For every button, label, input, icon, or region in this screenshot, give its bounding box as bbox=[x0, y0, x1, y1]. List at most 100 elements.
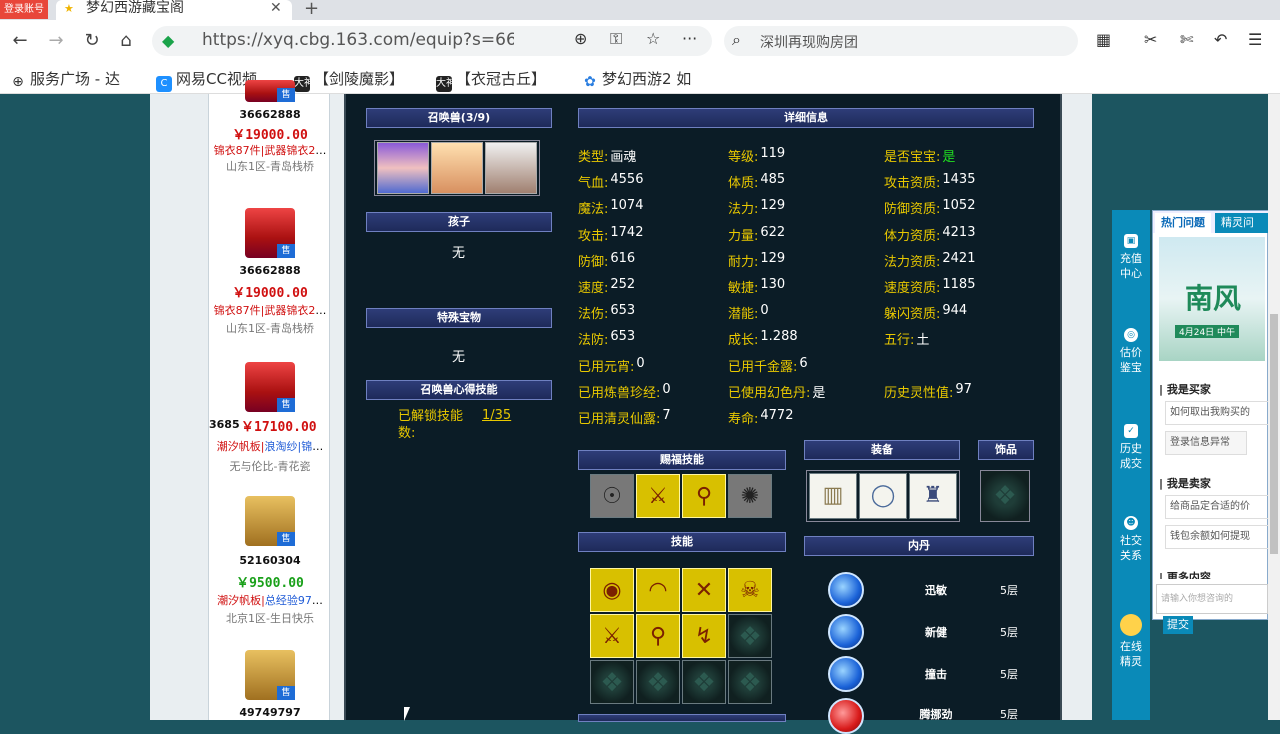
reload-icon[interactable]: ↻ bbox=[80, 29, 104, 53]
listing-server: 山东1区-青岛栈桥 bbox=[226, 160, 314, 173]
sidebar-item-recharge[interactable]: ▣ 充值 中心 bbox=[1116, 234, 1146, 281]
skill-claw-icon[interactable]: ↯ bbox=[682, 614, 726, 658]
search-input[interactable]: 深圳再现购房团 bbox=[760, 32, 858, 52]
back-icon[interactable]: ← bbox=[8, 29, 32, 53]
buyer-question[interactable]: 登录信息异常 bbox=[1165, 431, 1247, 455]
close-icon[interactable]: ✕ bbox=[270, 0, 282, 16]
seller-question[interactable]: 钱包余额如何提现 bbox=[1165, 525, 1269, 549]
listing-server: 无与伦比-青花瓷 bbox=[229, 460, 311, 473]
sidebar-item-appraise[interactable]: ◎ 估价 鉴宝 bbox=[1116, 328, 1146, 375]
question-input[interactable]: 请输入你想咨询的 bbox=[1156, 584, 1268, 614]
neidan-orb-icon[interactable] bbox=[828, 572, 864, 608]
avatar[interactable]: 售 bbox=[245, 80, 295, 102]
cut-icon[interactable]: ✄ bbox=[1180, 30, 1193, 49]
stat-value: 653 bbox=[610, 329, 636, 345]
neidan-name: 撞击 bbox=[925, 668, 947, 681]
skills-grid: ◉ ◠ ✕ ☠ ⚔ ⚲ ↯ ❖ ❖ ❖ ❖ ❖ bbox=[590, 568, 774, 708]
screenshot-icon[interactable]: ✂ bbox=[1144, 30, 1157, 49]
scrollbar[interactable] bbox=[1268, 94, 1280, 720]
menu-icon[interactable]: ☰ bbox=[1248, 30, 1262, 49]
address-bar[interactable]: ◆ https://xyq.cbg.163.com/equip?s=669&ei… bbox=[152, 26, 712, 56]
skill-owl-icon[interactable]: ☉ bbox=[590, 474, 634, 518]
bookmark-mhxy2[interactable]: ✿ 梦幻西游2 如 bbox=[582, 68, 691, 90]
stat-value: 是 bbox=[812, 385, 826, 401]
more-icon[interactable]: ··· bbox=[682, 29, 697, 48]
seller-title: | 我是卖家 bbox=[1159, 477, 1211, 490]
search-icon: ⌕ bbox=[732, 30, 741, 49]
undo-icon[interactable]: ↶ bbox=[1214, 30, 1227, 49]
avatar[interactable]: 售 bbox=[245, 650, 295, 700]
equip-bracer-icon[interactable]: ▥ bbox=[809, 473, 857, 519]
neidan-orb-icon[interactable] bbox=[828, 698, 864, 734]
sale-badge: 售 bbox=[277, 244, 295, 258]
neidan-orb-icon[interactable] bbox=[828, 656, 864, 692]
pet-avatar[interactable] bbox=[485, 142, 537, 194]
buyer-title: | 我是买家 bbox=[1159, 383, 1211, 396]
skill-sword-icon[interactable]: ⚔ bbox=[636, 474, 680, 518]
bookmark-yiguan[interactable]: 大神【衣冠古丘】 bbox=[436, 68, 546, 92]
listing-id: 52160304 bbox=[239, 554, 301, 567]
tab-active[interactable]: ★ 梦幻西游藏宝阁 ✕ bbox=[56, 0, 292, 20]
new-tab-button[interactable]: + bbox=[304, 0, 319, 19]
skill-eye-icon[interactable]: ◉ bbox=[590, 568, 634, 612]
sale-badge: 售 bbox=[277, 532, 295, 546]
avatar[interactable]: 售 bbox=[245, 362, 295, 412]
pet-avatar[interactable] bbox=[377, 142, 429, 194]
promo-banner[interactable]: 南风 4月24日 中午 bbox=[1159, 237, 1265, 361]
tab-bar: 登录账号 ★ 梦幻西游藏宝阁 ✕ + bbox=[0, 0, 1280, 20]
stat-value: 4772 bbox=[760, 408, 794, 423]
mouse-cursor-icon bbox=[404, 707, 410, 721]
stat-value: 485 bbox=[760, 172, 786, 188]
bookmark-cc[interactable]: C 网易CC视频 bbox=[156, 68, 257, 92]
pet-avatar[interactable] bbox=[431, 142, 483, 194]
url-text[interactable]: https://xyq.cbg.163.com/equip?s=669&eic bbox=[202, 30, 514, 50]
scrollbar-thumb[interactable] bbox=[1270, 314, 1278, 554]
avatar[interactable]: 售 bbox=[245, 496, 295, 546]
skill-skeleton-icon[interactable]: ☠ bbox=[728, 568, 772, 612]
right-gutter bbox=[1062, 94, 1092, 720]
ornament-slot[interactable]: ❖ bbox=[980, 470, 1030, 522]
bookmark-service[interactable]: ⊕ 服务广场 - 达 bbox=[10, 68, 120, 90]
stat-value: 1742 bbox=[610, 224, 644, 240]
seller-question[interactable]: 给商品定合适的价 bbox=[1165, 495, 1269, 519]
submit-button[interactable]: 提交 bbox=[1163, 616, 1193, 634]
star-icon[interactable]: ☆ bbox=[646, 29, 660, 48]
skill-figure-icon[interactable]: ⚲ bbox=[636, 614, 680, 658]
tab-sprite-qa[interactable]: 精灵问答 bbox=[1215, 213, 1269, 249]
skill-mouth-icon[interactable]: ◠ bbox=[636, 568, 680, 612]
equip-armor-icon[interactable]: ♜ bbox=[909, 473, 957, 519]
detail-header: 详细信息 bbox=[578, 108, 1034, 128]
forward-icon[interactable]: → bbox=[44, 29, 68, 53]
sidebar-item-history[interactable]: ✓ 历史 成交 bbox=[1116, 424, 1146, 471]
sprite-icon bbox=[1120, 614, 1142, 636]
listing-server: 山东1区-青岛栈桥 bbox=[226, 322, 314, 335]
sidebar-item-social[interactable]: ☻ 社交 关系 bbox=[1116, 516, 1146, 563]
more-title[interactable]: | 更多内容 bbox=[1159, 569, 1211, 579]
home-icon[interactable]: ⌂ bbox=[114, 29, 138, 53]
stat-value: 0 bbox=[636, 355, 645, 371]
unlock-value-link[interactable]: 1/35 bbox=[482, 408, 511, 423]
search-box[interactable]: ⌕ 深圳再现购房团 bbox=[724, 26, 1078, 56]
skill-sword-icon[interactable]: ⚔ bbox=[590, 614, 634, 658]
stat-label: 敏捷: bbox=[728, 281, 759, 296]
avatar[interactable]: 售 bbox=[245, 208, 295, 258]
login-badge[interactable]: 登录账号 bbox=[0, 0, 48, 19]
buyer-question[interactable]: 如何取出我购买的 bbox=[1165, 401, 1269, 425]
skill-cross-icon[interactable]: ✕ bbox=[682, 568, 726, 612]
sidebar-item-sprite[interactable]: 在线 精灵 bbox=[1116, 614, 1146, 669]
grid-icon[interactable]: ▦ bbox=[1096, 30, 1111, 49]
zoom-icon[interactable]: ⊕ bbox=[574, 29, 587, 48]
stat-label: 已用炼兽珍经: bbox=[578, 385, 661, 401]
stat-label: 躲闪资质: bbox=[884, 307, 941, 323]
stat-label: 法力资质: bbox=[884, 254, 941, 270]
stat-label: 速度资质: bbox=[884, 281, 941, 296]
tab-hot-questions[interactable]: 热门问题 bbox=[1155, 213, 1211, 233]
pet-slots bbox=[374, 140, 540, 196]
equip-collar-icon[interactable]: ◯ bbox=[859, 473, 907, 519]
neidan-orb-icon[interactable] bbox=[828, 614, 864, 650]
skill-figure-icon[interactable]: ⚲ bbox=[682, 474, 726, 518]
bookmark-jianling[interactable]: 大神【剑陵魔影】 bbox=[294, 68, 404, 92]
skill-gear-icon[interactable]: ✺ bbox=[728, 474, 772, 518]
stat-value: 1052 bbox=[942, 198, 976, 214]
key-icon[interactable]: ⚿ bbox=[610, 29, 622, 49]
